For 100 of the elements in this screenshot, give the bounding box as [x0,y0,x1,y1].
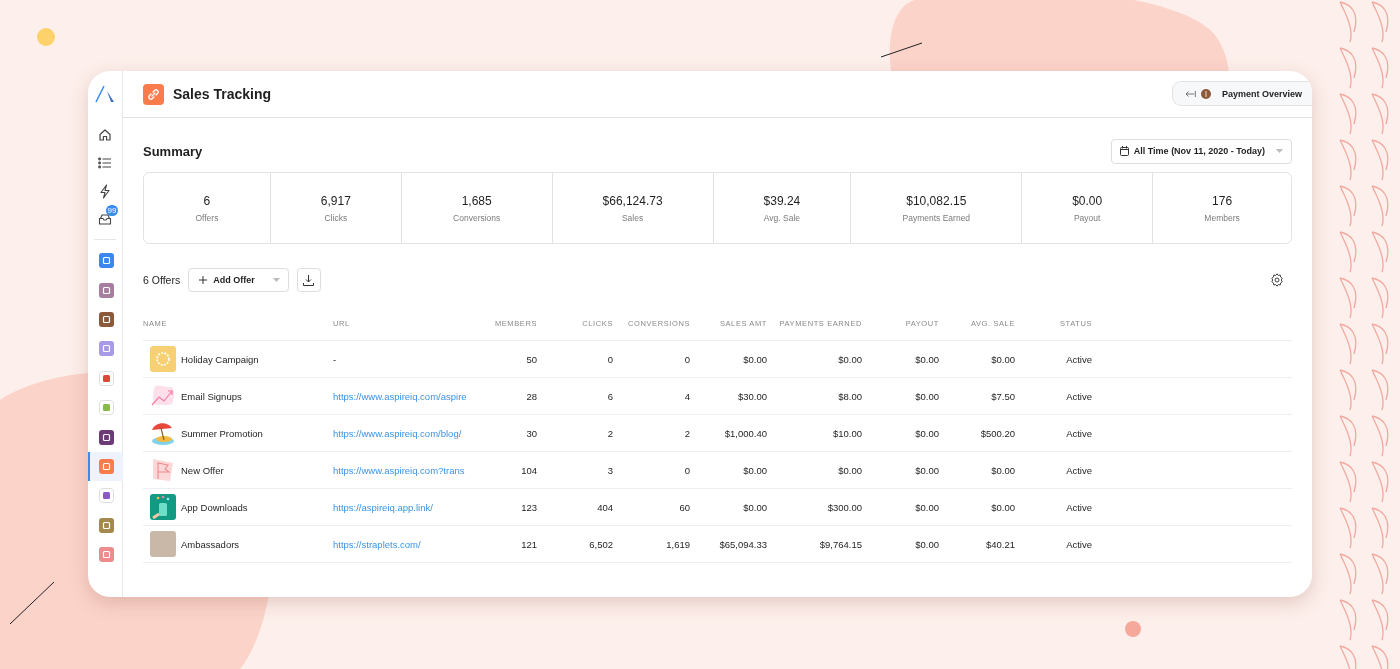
app-icon [98,488,114,504]
home-icon [98,128,112,142]
phone-thumbnail [150,494,176,520]
table-cell-text: $0.00 [914,464,939,476]
table-cell-text: Active [1065,427,1092,439]
stat-value: 1,685 [461,193,492,208]
coin-icon [1200,88,1211,99]
table-cell-text: $7.50 [990,390,1015,402]
table-cell-text: 2 [683,427,690,439]
stat-value: 6 [203,193,211,208]
decorative-line [880,42,923,58]
table-cell-text: $0.00 [742,501,767,513]
table-cell-text: $0.00 [914,390,939,402]
settings-button[interactable] [1270,273,1284,287]
offer-url-link[interactable]: https://www.aspireiq.com/aspire [333,390,467,402]
offer-name: Ambassadors [181,538,240,550]
app-icon [98,341,114,357]
table-cell-text: $0.00 [914,538,939,550]
collapse-arrow-icon [1184,89,1196,98]
stat-label: Avg. Sale [763,212,801,223]
app-icon [98,282,114,298]
table-cell-text: $1,000.40 [723,427,767,439]
app-icon [98,370,114,386]
table-cell-text: $30.00 [736,390,767,402]
table-cell-text: $40.21 [984,538,1015,550]
table-cell-text: Active [1065,390,1092,402]
offer-name: App Downloads [181,501,248,513]
table-cell-text: $0.00 [990,501,1015,513]
logo-icon[interactable] [95,85,115,103]
date-range-dropdown[interactable]: All Time (Nov 11, 2020 - Today) [1110,138,1292,164]
add-offer-button[interactable]: Add Offer [188,268,289,292]
stat-value: 6,917 [320,193,351,208]
offer-name: Summer Promotion [181,427,263,439]
nav-item[interactable]: 99 [88,205,123,233]
table-cell-text: 1,619 [665,538,690,550]
table-cell-text: $0.00 [742,464,767,476]
offer-count: 6 Offers [143,274,181,286]
table-cell-text: Active [1065,464,1092,476]
table-cell-text: $300.00 [826,501,862,513]
app-icon [98,547,114,563]
table-cell-text: 123 [520,501,537,513]
table-cell-text: 0 [683,353,690,365]
table-cell-text: $10.00 [831,427,862,439]
table-cell-text: $0.00 [837,353,862,365]
table-cell-text: 28 [525,390,537,402]
stat-label: Offers [195,212,219,223]
decorative-dot [1125,621,1141,637]
app-icon [98,253,114,269]
stat-label: Payout [1073,212,1101,223]
download-icon [303,274,315,286]
offer-url-link[interactable]: https://www.aspireiq.com/blog/ [333,427,462,439]
app-icon [98,429,114,445]
offer-url-link[interactable]: https://straplets.com/ [333,538,421,550]
offer-url-link[interactable]: https://aspireiq.app.link/ [333,501,433,513]
caret-icon [272,278,280,282]
table-cell-text: $0.00 [990,353,1015,365]
photo-placeholder [150,531,176,557]
table-cell-text: 30 [525,427,537,439]
stat-label: Members [1204,212,1240,223]
stat-value: $10,082.15 [906,193,967,208]
table-cell-text: 0 [683,464,690,476]
app-icon [98,458,114,474]
inbox-icon [98,213,112,225]
sun-thumbnail [150,346,176,372]
stat-label: Clicks [324,212,348,223]
table-cell-text: 50 [525,353,537,365]
table-cell-text: Active [1065,353,1092,365]
table-cell-text: 6,502 [588,538,613,550]
app-icon [98,400,114,416]
page-title: Sales Tracking [173,86,272,102]
stat-label: Conversions [453,212,501,223]
table-cell-text: 60 [678,501,690,513]
table-cell-text: 0 [606,353,613,365]
stat-value: $66,124.73 [602,193,663,208]
table-cell-text: 2 [606,427,613,439]
stat-value: $0.00 [1072,193,1103,208]
table-cell-text: $0.00 [837,464,862,476]
download-button[interactable] [296,268,321,292]
beach-umbrella-thumbnail [150,420,176,446]
stat-label: Sales [621,212,644,223]
list-icon [98,157,112,169]
settings-icon [1270,273,1284,287]
app-icon [98,517,114,533]
offer-url: - [333,353,337,365]
offer-url-link[interactable]: https://www.aspireiq.com?trans [333,464,465,476]
table-cell-text: $9,764.15 [818,538,862,550]
offer-name: New Offer [181,464,224,476]
table-cell-text: $0.00 [914,353,939,365]
table-cell-text: $0.00 [990,464,1015,476]
calendar-icon [1119,146,1129,156]
flag-thumbnail [150,457,176,483]
payment-overview-button[interactable]: Payment Overview [1171,81,1312,106]
stat-value: $39.24 [763,193,801,208]
decorative-dot [37,28,55,46]
table-cell-text: 104 [520,464,537,476]
table-cell-text: Active [1065,501,1092,513]
table-cell-text: $0.00 [742,353,767,365]
table-cell-text: 121 [520,538,537,550]
table-cell-text: $65,094.33 [718,538,767,550]
plus-icon [199,276,208,284]
